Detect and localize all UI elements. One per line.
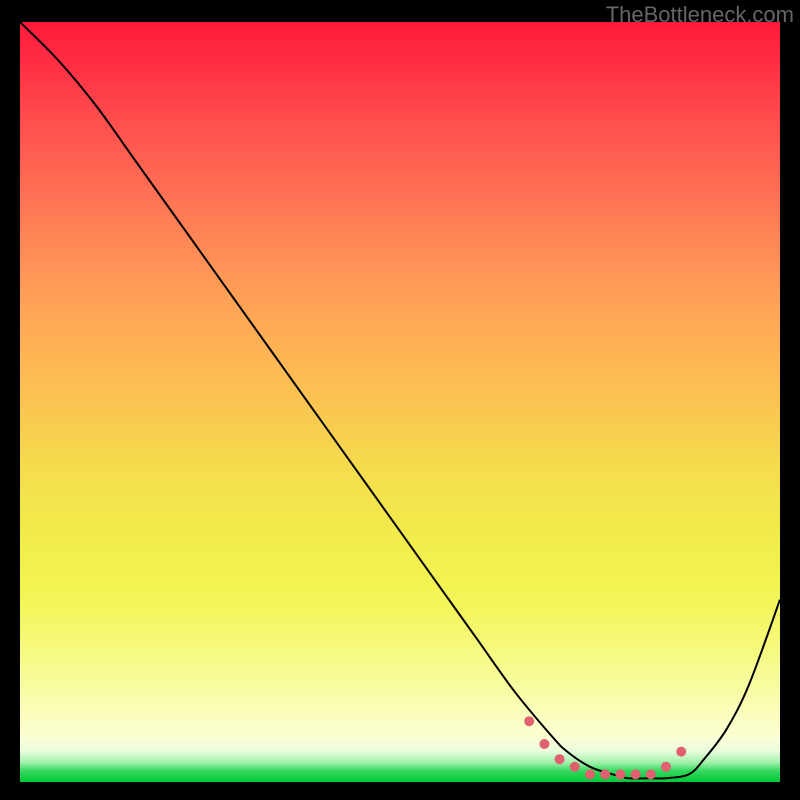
optimal-zone-markers	[20, 22, 780, 782]
watermark-label: TheBottleneck.com	[606, 2, 794, 28]
